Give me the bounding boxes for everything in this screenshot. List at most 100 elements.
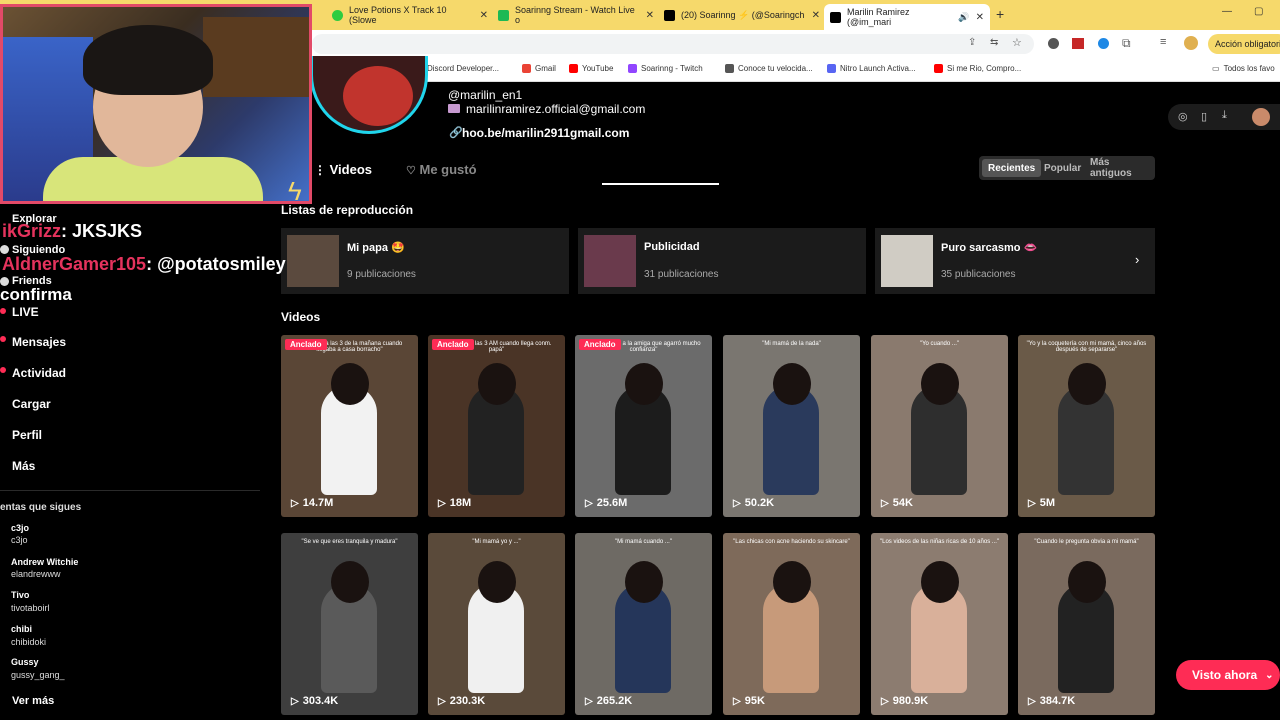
chat-text: : @potatosmiley (146, 254, 286, 274)
video-subject-head (625, 561, 663, 603)
sidebar-item-actividad[interactable]: Actividad (12, 366, 66, 380)
following-heading: entas que sigues (0, 502, 82, 513)
tab-videos[interactable]: ⋮ Videos (314, 162, 372, 177)
close-icon[interactable]: ✕ (976, 12, 984, 23)
sort-oldest-button[interactable]: Más antiguos (1084, 157, 1155, 179)
bookmark-favicon-icon (522, 64, 531, 73)
bookmark-label: Discord Developer... (427, 64, 500, 73)
compass-icon[interactable]: ◎ (1178, 110, 1188, 123)
browser-tab-active[interactable]: Marilin Ramirez (@im_mari 🔊 ✕ (824, 4, 990, 30)
download-icon[interactable]: ⤓ (1222, 109, 1227, 122)
bookmark-item[interactable]: Si me Rio, Compro... (934, 64, 1021, 73)
video-card[interactable]: "Cuando le pregunta obvia a mi mamá" ▷ 384… (1018, 533, 1155, 715)
tab-title: Soarinng Stream - Watch Live o (515, 5, 635, 25)
account-name[interactable]: Tivo (11, 590, 29, 600)
playlist-card[interactable]: Puro sarcasmo 👄 35 publicaciones › (875, 228, 1155, 294)
video-card[interactable]: "Yo cuando ..." ▷ 54K (871, 335, 1008, 517)
chat-text: confirma (0, 285, 72, 304)
tab-title: (20) Soarinng ⚡ (@Soaringch (681, 9, 805, 20)
speaker-icon[interactable]: 🔊 (958, 12, 969, 23)
star-icon[interactable]: ☆ (1012, 36, 1022, 49)
close-icon[interactable]: ✕ (812, 10, 820, 21)
bookmark-item[interactable]: Gmail (522, 64, 556, 73)
sidebar-divider (0, 490, 260, 491)
visto-ahora-button[interactable]: Visto ahora ⌄ (1176, 660, 1280, 690)
bookmark-item[interactable]: Conoce tu velocida... (725, 64, 813, 73)
video-card[interactable]: "Yo y la coquetería con mi mamá, cinco a… (1018, 335, 1155, 517)
video-caption: "Yo cuando ..." (919, 341, 960, 347)
browser-tab[interactable]: Soarinng Stream - Watch Live o ✕ (492, 4, 660, 26)
all-bookmarks[interactable]: ▭ Todos los favo (1212, 64, 1275, 73)
maximize-icon[interactable]: ▢ (1254, 6, 1263, 17)
bookmark-favicon-icon (934, 64, 943, 73)
url-field[interactable] (312, 34, 1034, 54)
video-card[interactable]: "Las chicas con acne haciendo su skincar… (723, 533, 860, 715)
play-icon: ▷ (438, 497, 446, 509)
playlist-title: Mi papa 🤩 (347, 242, 405, 254)
view-count: 265.2K (596, 695, 633, 707)
notice-button[interactable]: Acción obligatori (1208, 34, 1280, 54)
account-id: tivotaboirl (11, 603, 50, 613)
tab-liked[interactable]: ♡ Me gustó (406, 162, 477, 177)
sidebar-item-mas[interactable]: Más (12, 459, 35, 473)
video-card[interactable]: "Mi mamá yo y ..." ▷ 230.3K (428, 533, 565, 715)
video-card[interactable]: "Los videos de las niñas ricas de 10 año… (871, 533, 1008, 715)
bookmark-item[interactable]: Nitro Launch Activa... (827, 64, 916, 73)
account-name[interactable]: Gussy (11, 657, 39, 667)
playlist-thumbnail (584, 235, 636, 287)
play-icon: ▷ (881, 497, 889, 509)
phone-icon[interactable]: ▯ (1201, 110, 1207, 123)
video-views: ▷ 25.6M (585, 497, 627, 509)
profile-avatar-icon[interactable] (1184, 36, 1198, 50)
video-card[interactable]: "Mi mamá a las 3 AM cuando llega conm. p… (428, 335, 565, 517)
video-card[interactable]: "Se ve que eres tranquila y madura" ▷ 303.… (281, 533, 418, 715)
chat-username: AldnerGamer105 (2, 254, 147, 274)
media-icon[interactable]: ≡ (1160, 36, 1166, 48)
playlist-count: 9 publicaciones (347, 269, 416, 280)
sort-recent-button[interactable]: Recientes (982, 159, 1042, 177)
video-subject-head (921, 561, 959, 603)
live-indicator-icon (0, 308, 6, 314)
video-card[interactable]: "Cuando veo a la amiga que agarró mucho … (575, 335, 712, 517)
pinned-badge: Anclado (432, 339, 474, 350)
sort-popular-button[interactable]: Popular (1038, 159, 1087, 177)
user-avatar[interactable] (1252, 108, 1270, 126)
install-icon[interactable]: ⇪ (968, 37, 976, 48)
video-views: ▷ 303.4K (291, 695, 338, 707)
tab-underline (602, 183, 719, 185)
close-icon[interactable]: ✕ (480, 10, 488, 21)
video-subject-head (1068, 561, 1106, 603)
sidebar-item-perfil[interactable]: Perfil (12, 428, 42, 442)
play-icon: ▷ (438, 695, 446, 707)
extension-icon[interactable] (1072, 38, 1084, 49)
puzzle-icon[interactable]: ⧉ (1122, 36, 1131, 51)
close-icon[interactable]: ✕ (646, 10, 654, 21)
new-tab-button[interactable]: + (996, 6, 1004, 22)
video-card[interactable]: "Mi mamá a las 3 de la mañana cuando lle… (281, 335, 418, 517)
extension-icon[interactable] (1098, 38, 1109, 49)
profile-link[interactable]: hoo.be/marilin2911gmail.com (462, 126, 629, 140)
bookmark-item[interactable]: Soarinng - Twitch (628, 64, 703, 73)
sidebar-item-cargar[interactable]: Cargar (12, 397, 51, 411)
sidebar-item-live[interactable]: LIVE (12, 305, 39, 319)
video-card[interactable]: "Mi mamá cuando ..." ▷ 265.2K (575, 533, 712, 715)
browser-tab[interactable]: (20) Soarinng ⚡ (@Soaringch ✕ (658, 4, 826, 26)
view-count: 25.6M (596, 497, 628, 509)
extension-icon[interactable] (1048, 38, 1059, 49)
translate-icon[interactable]: ⇆ (990, 37, 998, 48)
browser-tab[interactable]: Love Potions X Track 10 (Slowe ✕ (326, 4, 494, 26)
see-more-link[interactable]: Ver más (12, 695, 54, 707)
account-name[interactable]: chibi (11, 624, 32, 634)
playlist-card[interactable]: Publicidad 31 publicaciones (578, 228, 866, 294)
profile-avatar (310, 56, 428, 134)
playlist-card[interactable]: Mi papa 🤩 9 publicaciones (281, 228, 569, 294)
minimize-icon[interactable]: — (1222, 6, 1232, 17)
account-name[interactable]: c3jo (11, 523, 29, 533)
bookmark-item[interactable]: YouTube (569, 64, 613, 73)
sidebar-item-mensajes[interactable]: Mensajes (12, 335, 66, 349)
avatar-image (343, 66, 413, 126)
video-card[interactable]: "Mi mamá de la nada" ▷ 50.2K (723, 335, 860, 517)
chevron-right-icon[interactable]: › (1135, 252, 1139, 267)
account-name[interactable]: Andrew Witchie (11, 557, 78, 567)
video-caption: "Mi mamá yo y ..." (472, 539, 521, 545)
